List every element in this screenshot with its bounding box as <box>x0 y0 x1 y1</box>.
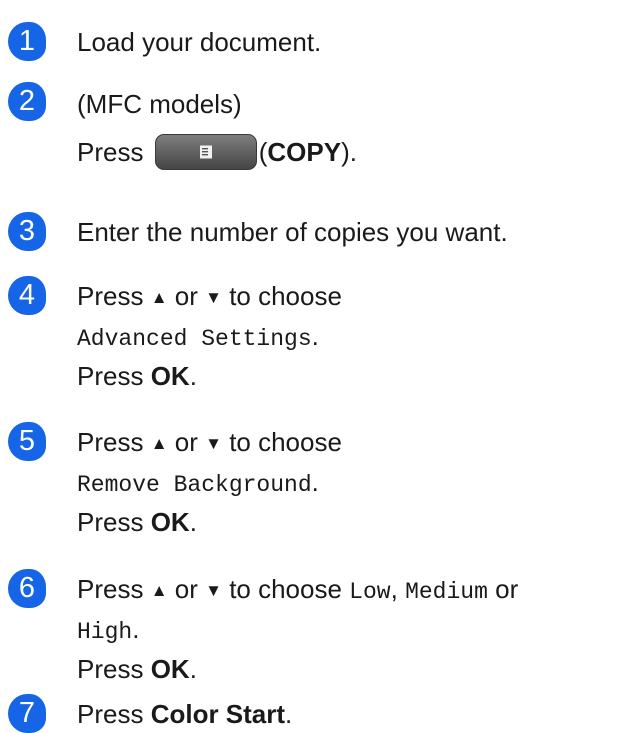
press-word: Press <box>77 654 144 684</box>
to-choose-text: to choose <box>229 427 342 457</box>
choose-line: Press ▲ or ▼ to choose Low, Medium or <box>77 571 619 611</box>
ok-key-label: OK <box>150 507 190 537</box>
step-number-badge: 3 <box>8 212 46 251</box>
comma: , <box>390 574 398 604</box>
copy-close: ). <box>341 137 357 167</box>
step-number-badge: 5 <box>8 422 46 461</box>
step-text: Press ▲ or ▼ to choose Remove Background… <box>77 424 619 541</box>
step-number-badge: 4 <box>8 276 46 315</box>
down-arrow-icon: ▼ <box>205 581 222 600</box>
copy-button[interactable] <box>154 134 257 171</box>
down-arrow-icon: ▼ <box>205 434 222 453</box>
color-start-key-label: Color Start <box>150 699 286 729</box>
press-copy-line: Press (COPY). <box>77 134 619 172</box>
period: . <box>132 614 140 644</box>
step-number-badge: 1 <box>8 22 46 61</box>
press-ok-line: Press OK. <box>77 358 619 395</box>
press-word: Press <box>77 361 144 391</box>
press-word: Press <box>77 281 144 311</box>
step-number-badge: 2 <box>8 82 46 121</box>
choose-line: Press ▲ or ▼ to choose <box>77 424 619 464</box>
press-word: Press <box>77 137 144 167</box>
option-line: Remove Background. <box>77 464 619 504</box>
press-ok-line: Press OK. <box>77 651 619 688</box>
ok-key-label: OK <box>150 654 190 684</box>
press-word: Press <box>77 574 144 604</box>
step-number-badge: 7 <box>8 694 46 733</box>
down-arrow-icon: ▼ <box>205 288 222 307</box>
step-text: Press ▲ or ▼ to choose Low, Medium or Hi… <box>77 571 619 688</box>
option-medium: Medium <box>405 579 488 605</box>
option-line: High. <box>77 611 619 651</box>
up-arrow-icon: ▲ <box>150 288 168 307</box>
option-low: Low <box>349 579 391 605</box>
or-word: or <box>495 574 519 604</box>
period: . <box>189 361 197 391</box>
or-word: or <box>174 574 198 604</box>
press-word: Press <box>77 427 144 457</box>
step-number-badge: 6 <box>8 569 46 608</box>
choose-line: Press ▲ or ▼ to choose <box>77 278 619 318</box>
step-text: Load your document. <box>77 24 619 61</box>
option-high: High <box>77 619 133 645</box>
model-note: (MFC models) <box>77 89 242 119</box>
period: . <box>189 654 197 684</box>
period: . <box>285 699 293 729</box>
press-word: Press <box>77 699 144 729</box>
period: . <box>189 507 197 537</box>
option-line: Advanced Settings. <box>77 318 619 358</box>
ok-key-label: OK <box>150 361 190 391</box>
step-text: Press Color Start. <box>77 696 619 733</box>
up-arrow-icon: ▲ <box>150 581 168 600</box>
step-instruction: Load your document. <box>77 27 322 57</box>
step-text: Press ▲ or ▼ to choose Advanced Settings… <box>77 278 619 395</box>
or-word: or <box>174 427 198 457</box>
menu-option: Advanced Settings <box>77 326 312 352</box>
or-word: or <box>174 281 198 311</box>
copy-icon <box>199 145 212 159</box>
press-ok-line: Press OK. <box>77 504 619 541</box>
copy-label: COPY <box>267 137 342 167</box>
up-arrow-icon: ▲ <box>150 434 168 453</box>
period: . <box>311 321 319 351</box>
step-text: (MFC models) Press (COPY). <box>77 86 619 172</box>
press-word: Press <box>77 507 144 537</box>
to-choose-text: to choose <box>229 281 342 311</box>
period: . <box>311 467 319 497</box>
to-choose-text: to choose <box>229 574 342 604</box>
menu-option: Remove Background <box>77 472 312 498</box>
step-text: Enter the number of copies you want. <box>77 214 619 251</box>
step-instruction: Enter the number of copies you want. <box>77 217 508 247</box>
